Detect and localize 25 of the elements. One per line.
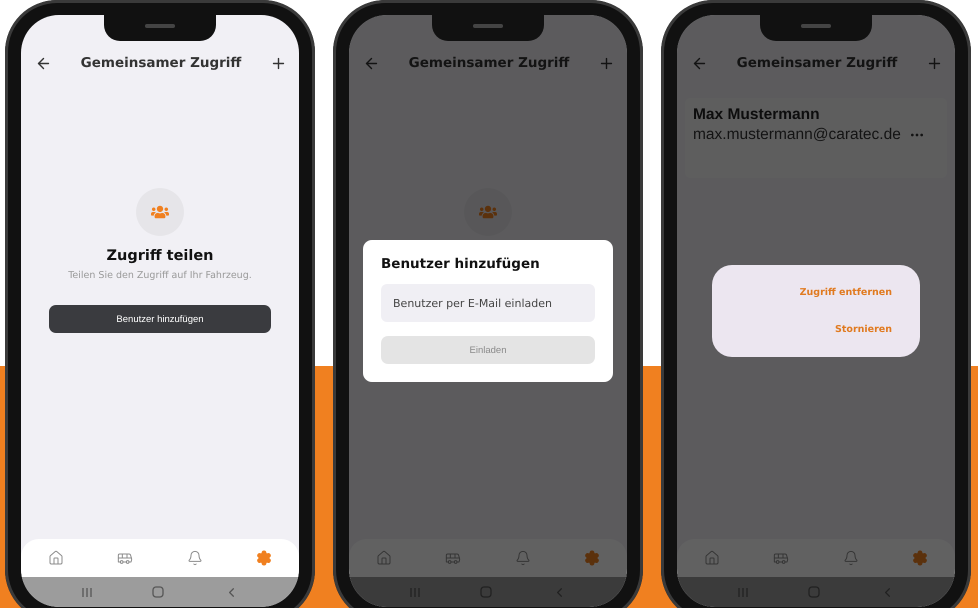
- user-email: max.mustermann@caratec.de: [693, 126, 901, 144]
- empty-state-text: Teilen Sie den Zugriff auf Ihr Fahrzeug.: [68, 270, 252, 281]
- user-name: Max Mustermann: [693, 106, 821, 124]
- add-user-button[interactable]: Benutzer hinzufügen: [49, 305, 271, 333]
- home-icon[interactable]: [704, 550, 720, 566]
- home-icon[interactable]: [376, 550, 392, 566]
- dialog-title: Benutzer hinzufügen: [381, 256, 541, 272]
- home-button-icon[interactable]: [808, 586, 820, 598]
- recent-apps-icon[interactable]: [80, 586, 93, 598]
- home-button-icon[interactable]: [480, 586, 492, 598]
- empty-state-title: Zugriff teilen: [106, 248, 214, 264]
- users-icon-circle: [464, 188, 512, 236]
- bell-icon[interactable]: [514, 550, 531, 566]
- screen-title: Gemeinsamer Zugriff: [736, 55, 898, 71]
- users-icon-circle: [136, 188, 184, 236]
- dialog-action-button[interactable]: Zugriff entfernen: [800, 287, 892, 298]
- recent-apps-icon[interactable]: [736, 586, 749, 598]
- screen-title: Gemeinsamer Zugriff: [408, 55, 570, 71]
- bell-icon[interactable]: [186, 550, 203, 566]
- home-icon[interactable]: [48, 550, 64, 566]
- dialog-action-button[interactable]: Stornieren: [835, 324, 892, 335]
- home-button-icon[interactable]: [152, 586, 164, 598]
- bell-icon[interactable]: [842, 550, 859, 566]
- recent-apps-icon[interactable]: [408, 586, 421, 598]
- screen-title: Gemeinsamer Zugriff: [80, 55, 242, 71]
